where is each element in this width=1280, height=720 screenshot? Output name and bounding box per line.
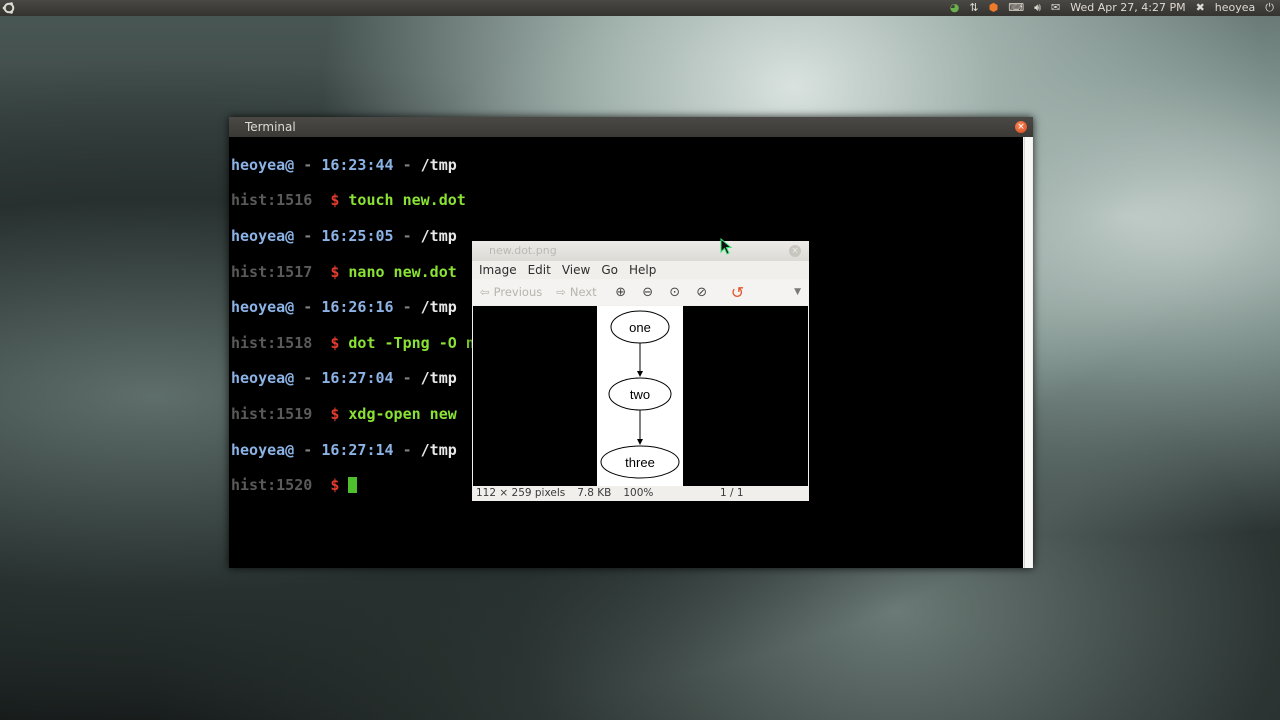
prompt-sep: -: [393, 155, 421, 174]
prompt-time: 16:27:04: [321, 369, 394, 388]
viewer-menubar: Image Edit View Go Help: [472, 261, 809, 279]
user-name[interactable]: heoyea: [1215, 0, 1256, 16]
top-panel: ◕ ⇅ ⬢ ⌨ 🔊︎ ✉ Wed Apr 27, 4:27 PM ✖ heoye…: [0, 0, 1280, 16]
prompt-time: 16:25:05: [321, 226, 394, 245]
ubuntu-logo-icon[interactable]: [2, 1, 16, 15]
prompt-path: /tmp: [420, 226, 457, 245]
prompt-sep: -: [294, 155, 322, 174]
previous-label: Previous: [493, 285, 543, 299]
node-label: one: [629, 320, 651, 335]
prompt-dollar: $: [330, 191, 340, 210]
file-size: 7.8 KB: [577, 487, 612, 499]
viewer-toolbar: ⇦ Previous ⇨ Next ⊕ ⊖ ⊙ ⊘ ↺ ▼: [472, 279, 809, 305]
history-number: hist:1520: [231, 476, 313, 495]
prompt-sep: -: [393, 369, 421, 388]
scrollbar-thumb[interactable]: [1024, 137, 1032, 568]
prompt-path: /tmp: [420, 440, 457, 459]
clock[interactable]: Wed Apr 27, 4:27 PM: [1070, 0, 1185, 16]
terminal-titlebar[interactable]: Terminal ×: [229, 117, 1033, 137]
command-text: touch new.dot: [348, 191, 466, 210]
prompt-sep: -: [294, 369, 322, 388]
zoom-normal-icon[interactable]: ⊙: [665, 285, 685, 300]
prompt-sep: -: [393, 298, 421, 317]
image-dimensions: 112 × 259 pixels: [476, 487, 566, 499]
viewer-titlebar[interactable]: new.dot.png ×: [472, 241, 809, 261]
prompt-dollar: $: [330, 333, 340, 352]
image-viewer-window: new.dot.png × Image Edit View Go Help ⇦ P…: [472, 241, 809, 501]
node-label: two: [630, 387, 650, 402]
zoom-out-icon[interactable]: ⊖: [638, 285, 658, 300]
image-canvas[interactable]: one two three: [473, 306, 808, 486]
session-icon[interactable]: ✖: [1196, 0, 1205, 16]
prompt-dollar: $: [330, 262, 340, 281]
zoom-fit-icon[interactable]: ⊘: [692, 285, 712, 300]
viewer-statusbar: 112 × 259 pixels 7.8 KB 100% 1 / 1: [472, 486, 809, 501]
next-button[interactable]: ⇨ Next: [556, 285, 596, 299]
menu-image[interactable]: Image: [479, 261, 522, 279]
prompt-path: /tmp: [420, 369, 457, 388]
history-number: hist:1519: [231, 404, 313, 423]
zoom-in-icon[interactable]: ⊕: [611, 285, 631, 300]
prompt-sep: -: [393, 440, 421, 459]
viewer-title: new.dot.png: [489, 244, 557, 257]
mouse-pointer-icon: [720, 238, 733, 255]
zoom-level: 100%: [623, 487, 654, 499]
node-label: three: [625, 455, 655, 470]
prompt-sep: -: [294, 298, 322, 317]
history-number: hist:1517: [231, 262, 313, 281]
menu-view[interactable]: View: [562, 261, 595, 279]
volume-icon[interactable]: 🔊︎: [1034, 0, 1041, 16]
menu-help[interactable]: Help: [629, 261, 661, 279]
rotate-icon[interactable]: ↺: [731, 283, 744, 302]
menu-edit[interactable]: Edit: [528, 261, 556, 279]
next-label: Next: [569, 285, 597, 299]
prompt-path: /tmp: [420, 298, 457, 317]
command-text: xdg-open new: [348, 404, 457, 423]
prompt-path: /tmp: [420, 155, 457, 174]
viewer-close-icon[interactable]: ×: [789, 245, 801, 257]
menu-go[interactable]: Go: [601, 261, 623, 279]
command-text: nano new.dot: [348, 262, 457, 281]
previous-button[interactable]: ⇦ Previous: [480, 285, 542, 299]
history-number: hist:1516: [231, 191, 313, 210]
command-line: hist:1516 $ touch new.dot: [231, 191, 1023, 210]
prompt-dollar: $: [330, 404, 340, 423]
terminal-close-icon[interactable]: ×: [1015, 121, 1027, 133]
prompt-dollar: $: [330, 476, 340, 495]
terminal-scrollbar[interactable]: [1023, 137, 1033, 568]
prompt-line: heoyea@ - 16:23:44 - /tmp: [231, 155, 1023, 175]
prompt-sep: -: [294, 440, 322, 459]
prompt-sep: -: [393, 226, 421, 245]
network-icon[interactable]: ◕: [950, 0, 960, 16]
prompt-sep: -: [294, 226, 322, 245]
keyboard-icon[interactable]: ⌨: [1008, 0, 1024, 16]
page-counter: 1 / 1: [720, 487, 744, 499]
prompt-time: 16:27:14: [321, 440, 394, 459]
prompt-time: 16:26:16: [321, 298, 394, 317]
displayed-image: one two three: [597, 306, 683, 486]
terminal-title: Terminal: [245, 120, 296, 134]
arrow-left-icon: ⇦: [480, 285, 490, 299]
prompt-time: 16:23:44: [321, 155, 394, 174]
prompt-user: heoyea@: [231, 155, 295, 174]
history-number: hist:1518: [231, 333, 313, 352]
toolbar-overflow-icon[interactable]: ▼: [794, 287, 801, 297]
update-manager-icon[interactable]: ⬢: [989, 0, 999, 16]
transfer-arrows-icon[interactable]: ⇅: [969, 0, 978, 16]
arrow-right-icon: ⇨: [556, 285, 566, 299]
terminal-cursor: [348, 477, 358, 494]
graph-diagram: one two three: [600, 310, 680, 479]
system-tray: ◕ ⇅ ⬢ ⌨ 🔊︎ ✉ Wed Apr 27, 4:27 PM ✖ heoye…: [950, 0, 1274, 16]
prompt-user: heoyea@: [231, 440, 295, 459]
mail-icon[interactable]: ✉: [1051, 0, 1060, 16]
power-icon[interactable]: ⏻: [1265, 0, 1274, 16]
prompt-user: heoyea@: [231, 298, 295, 317]
prompt-user: heoyea@: [231, 226, 295, 245]
prompt-user: heoyea@: [231, 369, 295, 388]
